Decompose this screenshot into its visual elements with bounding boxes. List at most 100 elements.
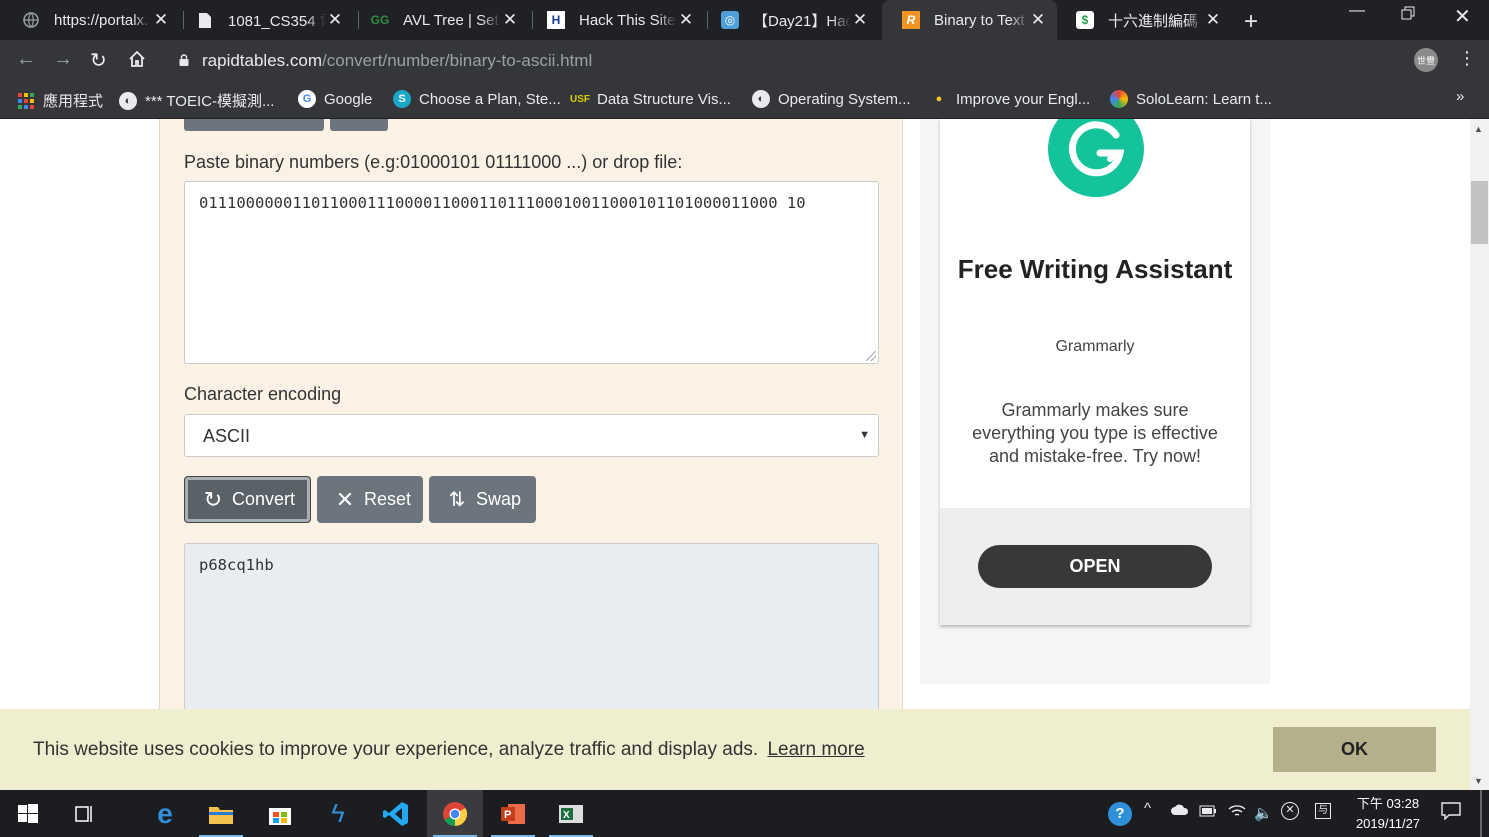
bookmark-label: Choose a Plan, Ste... xyxy=(419,90,561,108)
cookie-text: This website uses cookies to improve you… xyxy=(33,739,865,761)
bookmark-data-structure[interactable]: USF Data Structure Vis... xyxy=(570,90,731,108)
scroll-down-icon[interactable]: ▼ xyxy=(1474,776,1483,786)
tab-binary-to-text[interactable]: R Binary to Text C ✕ xyxy=(882,0,1057,40)
bookmark-english[interactable]: ● Improve your Engl... xyxy=(930,90,1091,108)
tab-portalx[interactable]: https://portalx. ✕ xyxy=(2,0,180,40)
partial-button[interactable] xyxy=(184,119,324,131)
close-icon[interactable]: ✕ xyxy=(501,10,519,30)
close-icon[interactable]: ✕ xyxy=(1204,10,1222,30)
clock-time: 下午 03:28 xyxy=(1356,796,1420,811)
clock-date: 2019/11/27 xyxy=(1355,816,1421,831)
close-icon[interactable]: ✕ xyxy=(152,10,170,30)
battery-icon[interactable] xyxy=(1199,804,1217,821)
window-close-icon[interactable]: ✕ xyxy=(1454,4,1471,29)
ad-body: Grammarly makes sure everything you type… xyxy=(972,400,1218,466)
new-tab-icon[interactable]: + xyxy=(1244,8,1258,36)
start-icon[interactable] xyxy=(0,790,56,837)
rapidtables-icon: R xyxy=(902,11,920,29)
bookmark-label: Data Structure Vis... xyxy=(597,90,731,108)
close-icon[interactable]: ✕ xyxy=(677,10,695,30)
chrome-icon[interactable] xyxy=(427,790,483,837)
bookmark-google[interactable]: G Google xyxy=(298,90,372,108)
apps-grid-icon xyxy=(17,92,35,110)
forward-icon[interactable]: → xyxy=(53,48,73,71)
restore-icon[interactable] xyxy=(1401,6,1415,25)
partial-button[interactable] xyxy=(330,119,388,131)
reload-icon[interactable]: ↻ xyxy=(90,48,107,73)
tab-label: AVL Tree | Set 1 xyxy=(403,11,501,29)
back-icon[interactable]: ← xyxy=(16,48,36,71)
close-icon[interactable]: ✕ xyxy=(1029,10,1047,30)
cookie-ok-button[interactable]: OK xyxy=(1273,727,1436,772)
tab-label: Binary to Text C xyxy=(934,11,1029,29)
grammarly-logo-icon xyxy=(1048,119,1144,197)
input-method-icon[interactable]: 与 xyxy=(1315,803,1331,819)
tab-cs354[interactable]: 1081_CS354 電 ✕ xyxy=(176,0,354,40)
app-icon[interactable]: ϟ xyxy=(310,790,366,837)
scroll-up-icon[interactable]: ▲ xyxy=(1474,124,1483,134)
swap-button[interactable]: ⇅ Swap xyxy=(429,476,536,523)
globe-icon xyxy=(22,11,40,29)
bookmark-plan[interactable]: S Choose a Plan, Ste... xyxy=(393,90,561,108)
file-explorer-icon[interactable] xyxy=(193,790,249,837)
document-icon xyxy=(196,11,214,29)
bookmark-apps[interactable]: 應用程式 xyxy=(17,90,103,111)
encoding-value: ASCII xyxy=(203,426,251,446)
bookmarks-bar: 應用程式 ◐ *** TOEIC-模擬測... G Google S Choos… xyxy=(0,81,1489,119)
ad-brand: Grammarly xyxy=(1055,338,1135,355)
tab-label: 【Day21】Hac xyxy=(753,12,851,30)
globe-icon: ◐ xyxy=(119,91,137,110)
reset-button[interactable]: ✕ Reset xyxy=(317,476,423,523)
tab-hackthissite[interactable]: H Hack This Site! ✕ xyxy=(527,0,705,40)
edge-icon[interactable]: e xyxy=(137,790,193,837)
scrollbar-thumb[interactable] xyxy=(1471,181,1488,244)
convert-button[interactable]: ↻ Convert xyxy=(184,476,311,523)
ad-title: Free Writing Assistant xyxy=(957,254,1233,284)
svg-text:P: P xyxy=(504,809,511,821)
wifi-icon[interactable] xyxy=(1228,804,1246,822)
plan-icon: S xyxy=(393,90,411,108)
network-error-icon[interactable]: ✕ xyxy=(1281,802,1299,820)
vscode-icon[interactable] xyxy=(368,790,424,837)
tab-avl-tree[interactable]: GG AVL Tree | Set 1 ✕ xyxy=(351,0,529,40)
binary-input[interactable]: 0111000000110110001110000110001101110001… xyxy=(184,181,879,364)
menu-icon[interactable]: ⋮ xyxy=(1458,48,1476,69)
onedrive-icon[interactable] xyxy=(1170,803,1190,820)
help-icon[interactable]: ? xyxy=(1108,802,1132,826)
minimize-icon[interactable]: — xyxy=(1349,2,1365,20)
swap-icon: ⇅ xyxy=(448,489,466,511)
close-icon[interactable]: ✕ xyxy=(851,10,869,30)
notification-icon[interactable] xyxy=(1441,802,1461,824)
excel-icon[interactable]: X xyxy=(543,790,599,837)
url-text[interactable]: rapidtables.com/convert/number/binary-to… xyxy=(202,51,592,71)
google-icon: G xyxy=(298,90,316,108)
bookmark-label: Operating System... xyxy=(778,90,911,108)
cookie-banner: This website uses cookies to improve you… xyxy=(0,709,1470,790)
ithome-icon: ◎ xyxy=(721,11,739,29)
learn-more-link[interactable]: Learn more xyxy=(767,739,864,760)
tab-hex-encoding[interactable]: $ 十六進制編碼 - ✕ xyxy=(1056,0,1232,40)
more-bookmarks-icon[interactable]: » xyxy=(1456,88,1464,105)
encoding-select[interactable]: ASCII ▼ xyxy=(184,414,879,457)
resize-handle-icon[interactable] xyxy=(866,351,876,361)
volume-icon[interactable]: 🔈 xyxy=(1254,804,1273,822)
powerpoint-icon[interactable]: P xyxy=(485,790,541,837)
tab-day21[interactable]: ◎ 【Day21】Hac ✕ xyxy=(701,0,879,40)
task-view-icon[interactable] xyxy=(56,790,112,837)
store-icon[interactable] xyxy=(252,790,308,837)
avatar[interactable]: 世豐 xyxy=(1414,48,1438,72)
bookmark-os[interactable]: ◐ Operating System... xyxy=(752,90,911,108)
tray-expand-icon[interactable]: ^ xyxy=(1144,800,1151,817)
tab-label: 1081_CS354 電 xyxy=(228,12,326,30)
bookmark-label: SoloLearn: Learn t... xyxy=(1136,90,1272,108)
url-host: rapidtables.com xyxy=(202,51,323,70)
home-icon[interactable] xyxy=(128,50,146,74)
bookmark-toeic[interactable]: ◐ *** TOEIC-模擬測... xyxy=(119,90,274,111)
close-icon[interactable]: ✕ xyxy=(326,10,344,30)
tab-label: 十六進制編碼 - xyxy=(1108,12,1204,30)
svg-text:X: X xyxy=(563,810,570,821)
ad-open-button[interactable]: OPEN xyxy=(978,545,1212,588)
bookmark-sololearn[interactable]: SoloLearn: Learn t... xyxy=(1110,90,1272,108)
show-desktop-button[interactable] xyxy=(1480,790,1482,837)
taskbar-clock[interactable]: 下午 03:28 2019/11/27 xyxy=(1343,794,1433,834)
